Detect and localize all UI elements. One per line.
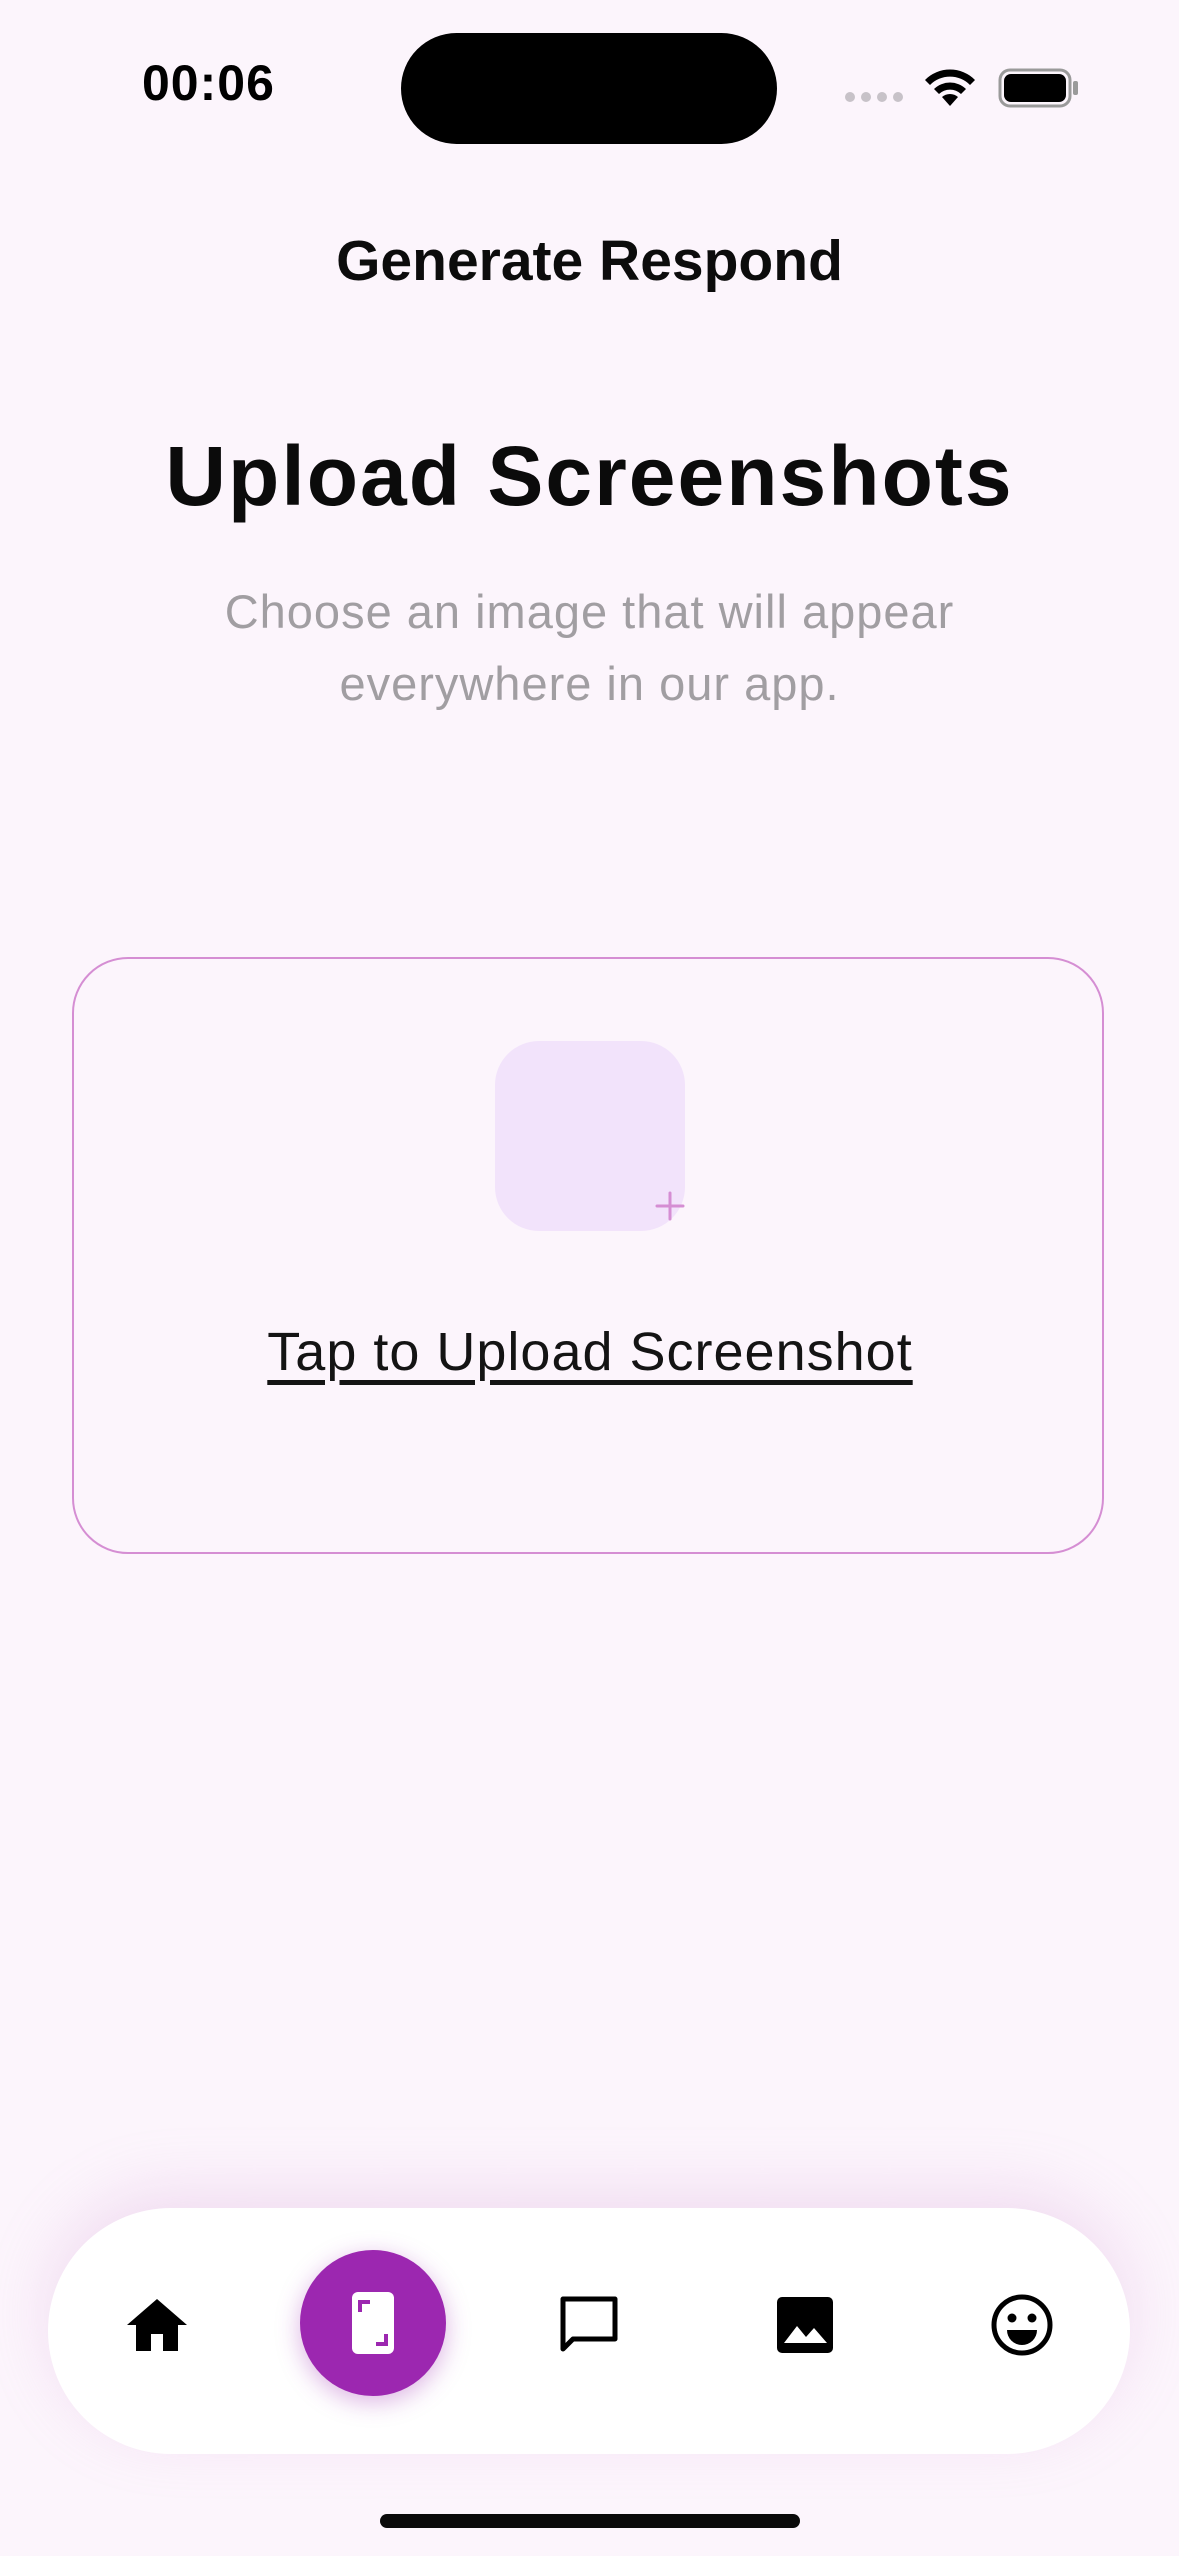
- home-icon: [127, 2299, 187, 2351]
- upload-screenshot-card[interactable]: Tap to Upload Screenshot: [72, 957, 1104, 1554]
- upload-label-text[interactable]: Tap to Upload Screenshot: [267, 1322, 912, 1382]
- nav-emoji[interactable]: [947, 2250, 1097, 2400]
- nav-image[interactable]: [730, 2250, 880, 2400]
- battery-icon: [998, 68, 1078, 108]
- upload-label[interactable]: Tap to Upload Screenshot: [74, 1307, 1106, 1397]
- wifi-icon: [925, 69, 975, 106]
- page-title: Upload Screenshots: [165, 429, 1014, 523]
- chat-icon: [560, 2296, 618, 2352]
- nav-home[interactable]: [82, 2250, 232, 2400]
- cellular-signal-icon: [845, 92, 905, 106]
- nav-chat[interactable]: [514, 2250, 664, 2400]
- screenshot-icon: [352, 2292, 394, 2354]
- app-header-title: Generate Respond: [336, 229, 843, 293]
- status-time: 00:06: [142, 55, 275, 111]
- emoji-icon: [991, 2294, 1053, 2356]
- home-indicator[interactable]: [380, 2514, 800, 2528]
- upload-placeholder-tile[interactable]: [495, 1041, 685, 1231]
- dynamic-island: [401, 33, 777, 144]
- page-subtitle: Choose an image that will appear everywh…: [224, 585, 955, 710]
- nav-screenshot[interactable]: [300, 2250, 446, 2396]
- plus-icon: [655, 1191, 685, 1221]
- image-icon: [777, 2297, 833, 2353]
